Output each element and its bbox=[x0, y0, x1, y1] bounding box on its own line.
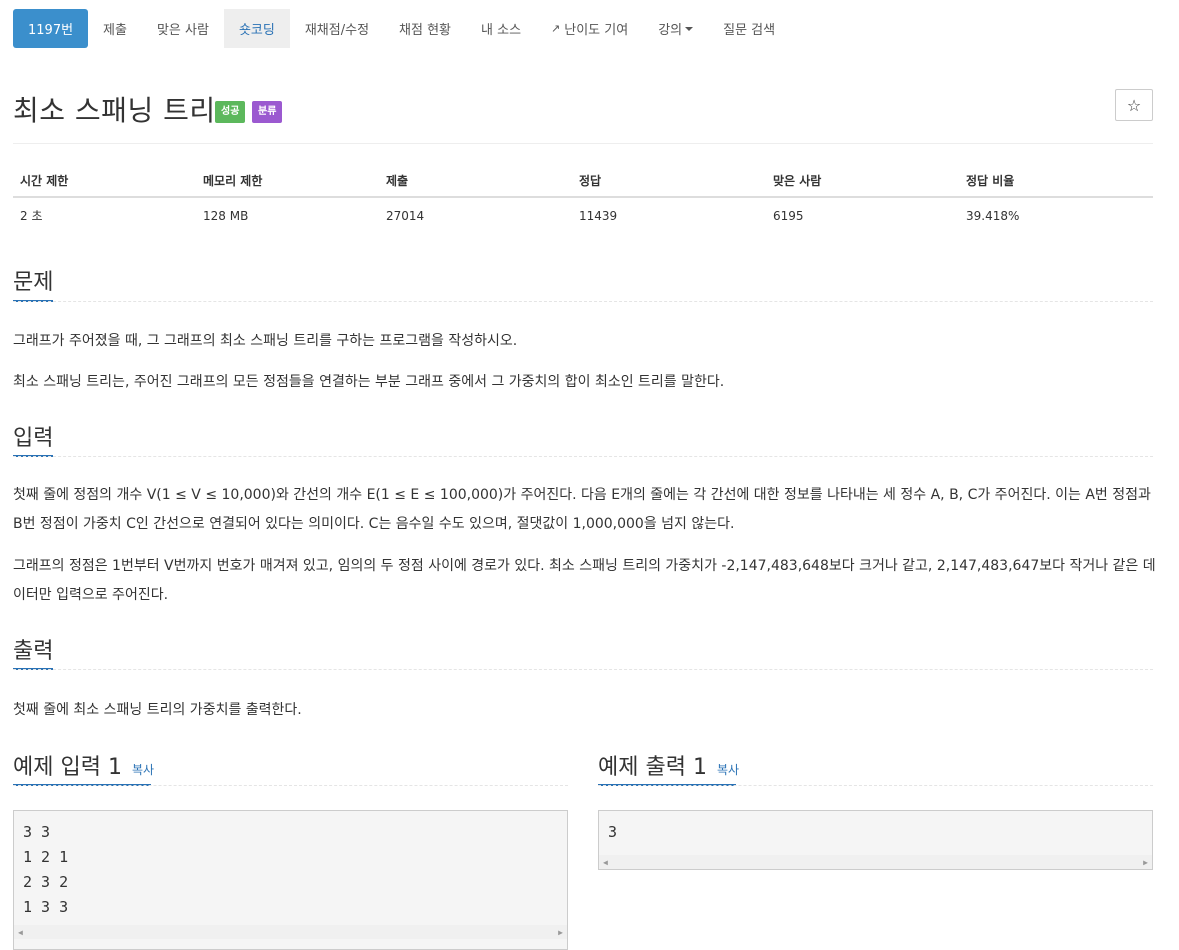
nav-tab-problem-number[interactable]: 1197번 bbox=[13, 9, 89, 48]
nav-label: 질문 검색 bbox=[723, 23, 776, 38]
table-header: 제출 bbox=[386, 174, 409, 188]
table-cell: 6195 bbox=[773, 209, 804, 223]
table-cell: 2 초 bbox=[20, 209, 43, 223]
input-heading: 입력 bbox=[13, 426, 54, 451]
divider bbox=[13, 301, 1153, 302]
nav-label: 1197번 bbox=[28, 23, 74, 38]
table-header: 맞은 사람 bbox=[773, 174, 822, 188]
problem-text: 최소 스패닝 트리는, 주어진 그래프의 모든 정점들을 연결하는 부분 그래프… bbox=[13, 374, 725, 390]
nav-label: 제출 bbox=[103, 23, 127, 38]
star-icon: ☆ bbox=[1126, 95, 1142, 115]
nav-tab-question-search[interactable]: 질문 검색 bbox=[708, 9, 790, 48]
divider bbox=[598, 785, 1153, 786]
sample-input-line: 2 3 2 bbox=[23, 873, 69, 891]
nav-label: 재채점/수정 bbox=[304, 23, 370, 38]
scroll-left-icon[interactable]: ◀ bbox=[603, 858, 608, 867]
sample-output-box[interactable]: 3 ◀ ▶ bbox=[598, 810, 1153, 870]
divider bbox=[13, 143, 1153, 144]
nav-tab-submit[interactable]: 제출 bbox=[88, 9, 142, 48]
nav-label: 숏코딩 bbox=[238, 23, 275, 38]
table-header: 정답 bbox=[579, 174, 602, 188]
nav-label: 내 소스 bbox=[481, 23, 522, 38]
sample-input-box[interactable]: 3 3 1 2 1 2 3 2 1 3 3 ◀ ▶ bbox=[13, 810, 568, 950]
favorite-button[interactable]: ☆ bbox=[1115, 89, 1153, 121]
copy-sample-output-link[interactable]: 복사 bbox=[717, 763, 739, 777]
success-badge: 성공 bbox=[215, 101, 246, 123]
table-header: 시간 제한 bbox=[20, 174, 69, 188]
sample-input-heading: 예제 입력 1 복사 bbox=[13, 749, 154, 781]
problem-nav: 1197번 제출 맞은 사람 숏코딩 재채점/수정 채점 현황 내 소스 ↗ 난… bbox=[13, 9, 790, 48]
nav-tab-rejudge[interactable]: 재채점/수정 bbox=[290, 9, 384, 48]
table-cell: 128 MB bbox=[203, 209, 249, 223]
category-badge[interactable]: 분류 bbox=[252, 101, 283, 123]
sample-input-line: 3 3 bbox=[23, 823, 51, 841]
table-cell: 39.418% bbox=[966, 209, 1020, 223]
sample-output-title: 예제 출력 1 bbox=[598, 755, 707, 780]
sample-input-title: 예제 입력 1 bbox=[13, 755, 122, 780]
problem-title: 최소 스패닝 트리 bbox=[13, 94, 216, 127]
title-row: 최소 스패닝 트리 성공 분류 ☆ bbox=[13, 86, 1153, 130]
nav-tab-status[interactable]: 채점 현황 bbox=[384, 9, 466, 48]
copy-sample-input-link[interactable]: 복사 bbox=[132, 763, 154, 777]
input-text: 그래프의 정점은 1번부터 V번까지 번호가 매겨져 있고, 임의의 두 정점 … bbox=[13, 558, 1156, 603]
sample-output-line: 3 bbox=[608, 823, 618, 841]
sample-output-heading: 예제 출력 1 복사 bbox=[598, 749, 739, 781]
problem-heading: 문제 bbox=[13, 270, 54, 295]
divider bbox=[13, 456, 1153, 457]
output-heading: 출력 bbox=[13, 639, 54, 664]
nav-tab-solvers[interactable]: 맞은 사람 bbox=[142, 9, 224, 48]
horizontal-scrollbar[interactable]: ◀ ▶ bbox=[599, 855, 1152, 869]
nav-label: 난이도 기여 bbox=[564, 23, 629, 38]
nav-tab-lecture[interactable]: 강의 bbox=[643, 9, 708, 48]
problem-text: 그래프가 주어졌을 때, 그 그래프의 최소 스패닝 트리를 구하는 프로그램을… bbox=[13, 333, 518, 349]
table-cell: 27014 bbox=[386, 209, 425, 223]
output-text: 첫째 줄에 최소 스패닝 트리의 가중치를 출력한다. bbox=[13, 702, 302, 718]
nav-tab-difficulty[interactable]: ↗ 난이도 기여 bbox=[536, 9, 643, 48]
scroll-right-icon[interactable]: ▶ bbox=[1143, 858, 1148, 867]
horizontal-scrollbar[interactable]: ◀ ▶ bbox=[14, 925, 567, 939]
table-header: 메모리 제한 bbox=[203, 174, 263, 188]
input-text: 첫째 줄에 정점의 개수 V(1 ≤ V ≤ 10,000)와 간선의 개수 E… bbox=[13, 487, 1151, 532]
nav-tab-short-coding[interactable]: 숏코딩 bbox=[223, 9, 290, 48]
scroll-left-icon[interactable]: ◀ bbox=[18, 928, 23, 937]
nav-label: 채점 현황 bbox=[399, 23, 452, 38]
nav-tab-my-source[interactable]: 내 소스 bbox=[466, 9, 536, 48]
sample-input-line: 1 3 3 bbox=[23, 898, 69, 916]
scroll-right-icon[interactable]: ▶ bbox=[558, 928, 563, 937]
nav-label: 강의 bbox=[658, 23, 683, 38]
caret-down-icon bbox=[685, 26, 694, 31]
table-cell: 11439 bbox=[579, 209, 618, 223]
problem-info-table: 시간 제한 메모리 제한 제출 정답 맞은 사람 정답 비율 2 초 128 M… bbox=[13, 164, 1153, 232]
sample-input-line: 1 2 1 bbox=[23, 848, 69, 866]
divider bbox=[13, 785, 568, 786]
nav-label: 맞은 사람 bbox=[156, 23, 209, 38]
table-header-row: 시간 제한 메모리 제한 제출 정답 맞은 사람 정답 비율 bbox=[13, 164, 1153, 198]
divider bbox=[13, 669, 1153, 670]
external-link-icon: ↗ bbox=[551, 22, 561, 35]
table-row: 2 초 128 MB 27014 11439 6195 39.418% bbox=[13, 198, 1153, 232]
table-header: 정답 비율 bbox=[966, 174, 1015, 188]
